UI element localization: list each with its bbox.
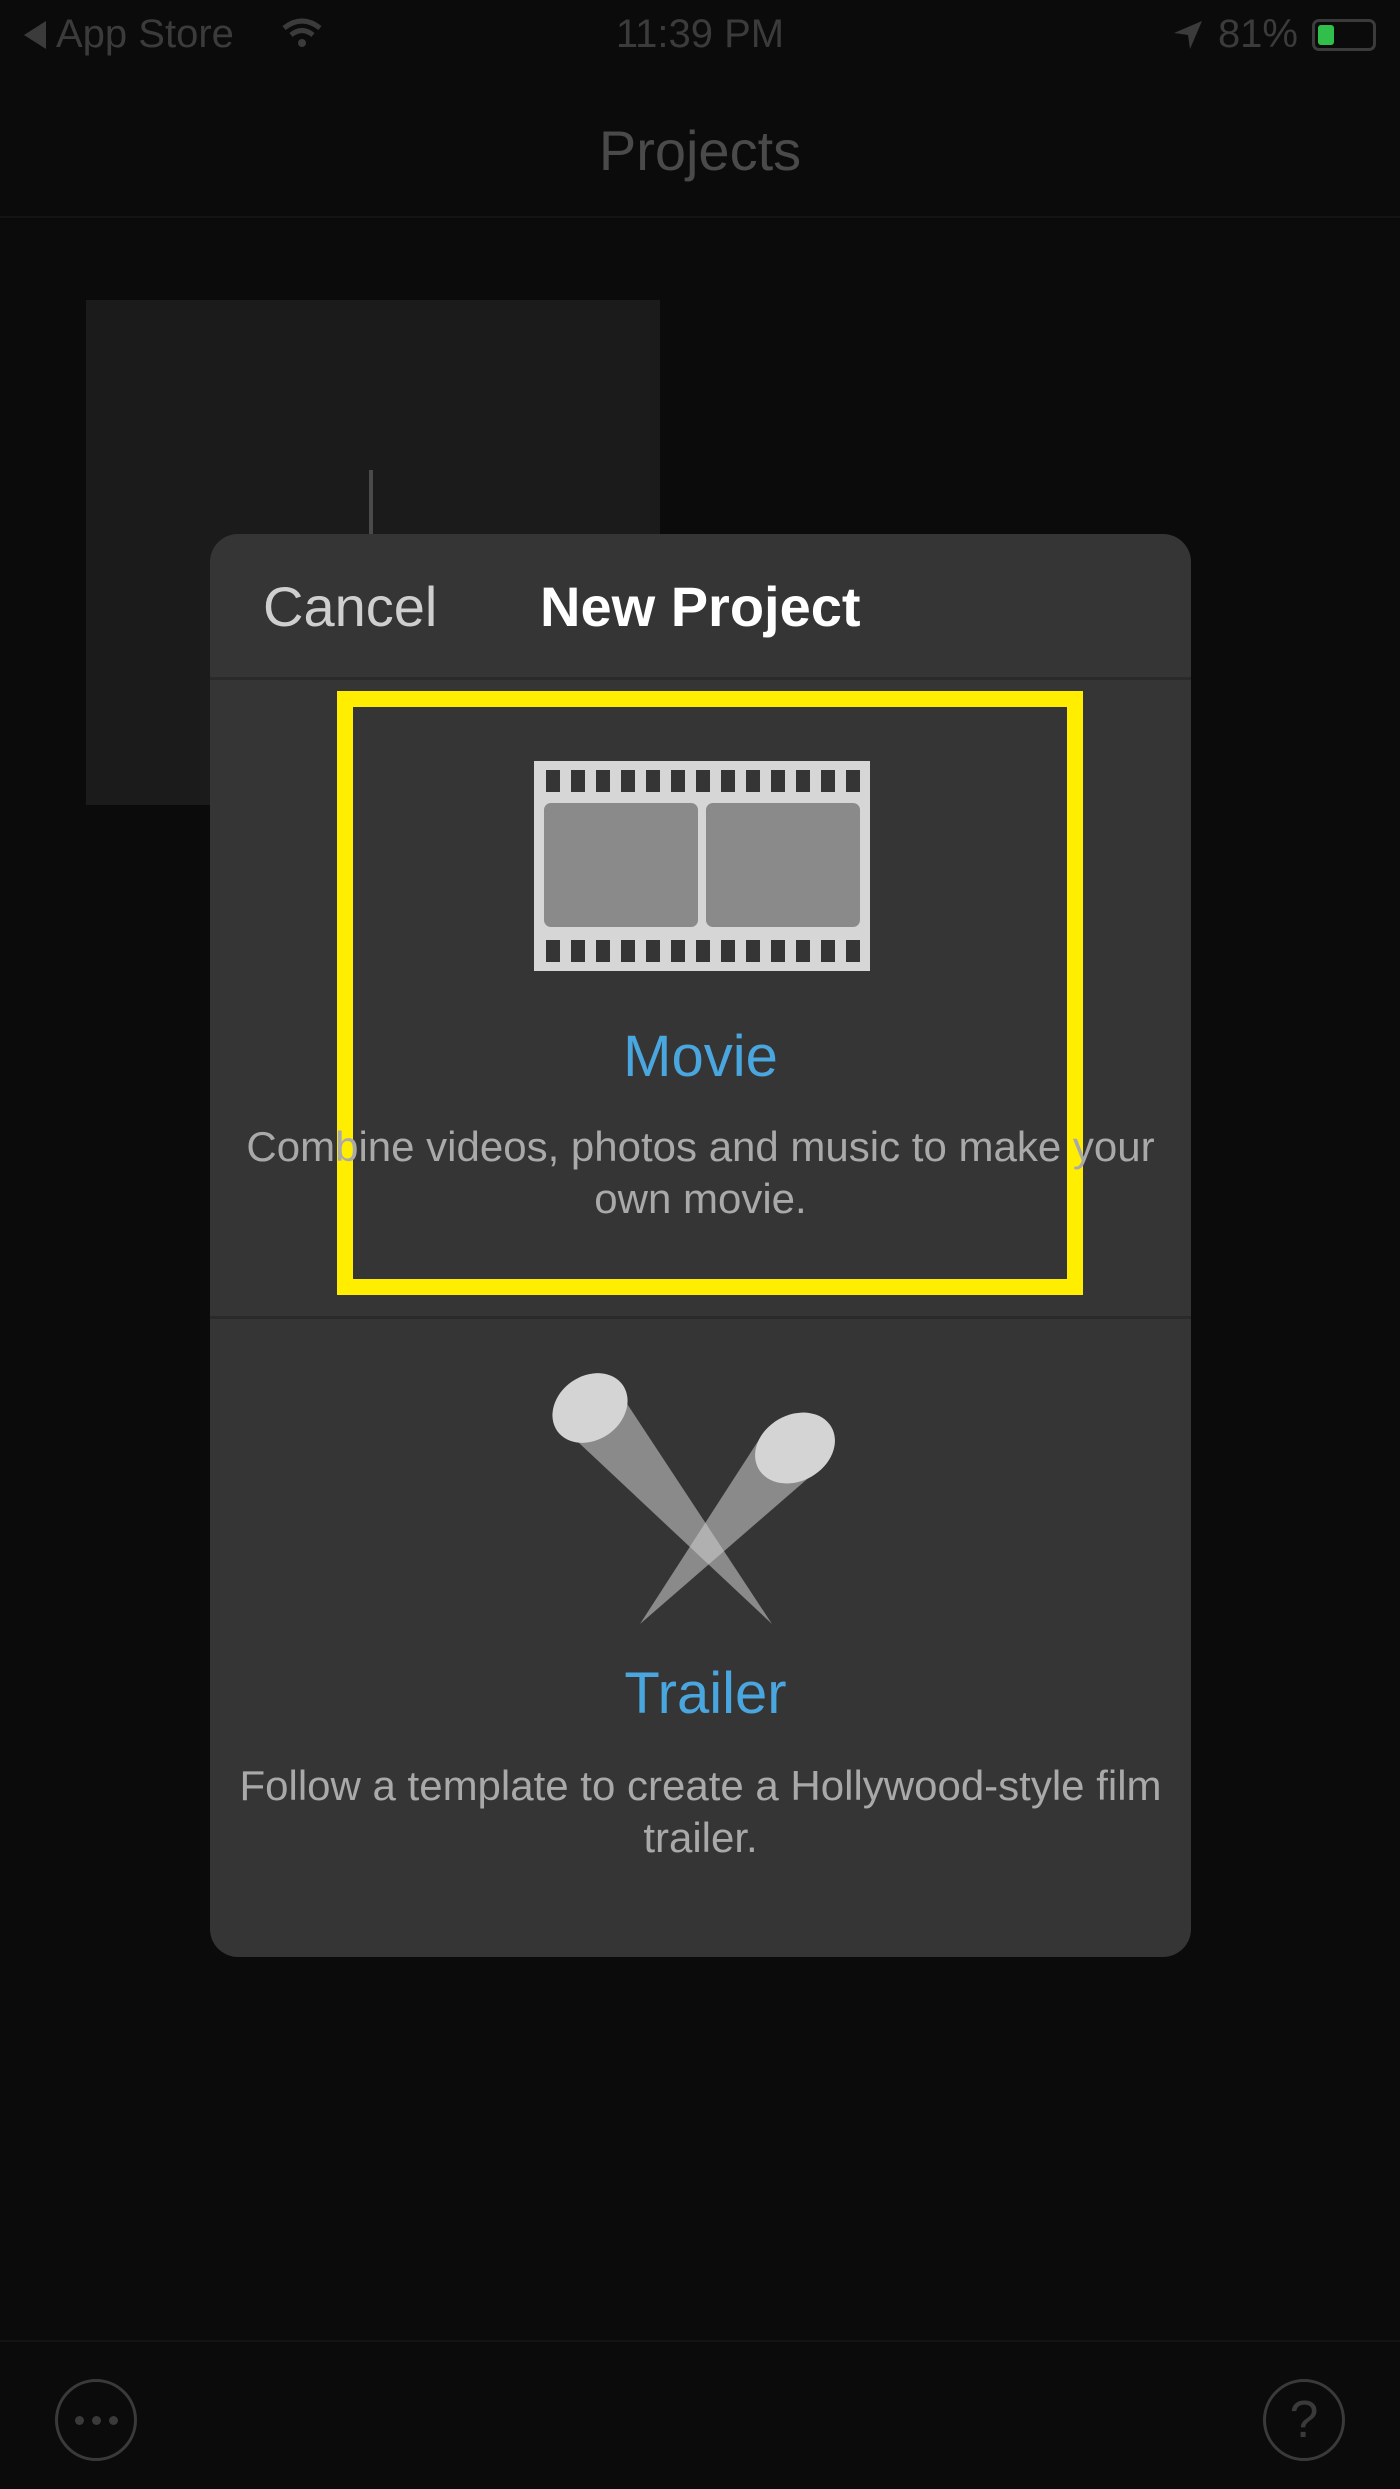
status-indicators: 81% — [1172, 12, 1376, 57]
nav-bar: Projects — [0, 70, 1400, 218]
movie-title: Movie — [623, 1024, 778, 1089]
dialog-title: New Project — [540, 575, 861, 638]
spotlights-icon — [552, 1373, 835, 1624]
trailer-title: Trailer — [624, 1661, 787, 1726]
ellipsis-icon — [91, 2415, 101, 2425]
more-button[interactable] — [55, 2379, 137, 2461]
film-strip-icon — [534, 761, 870, 971]
battery-icon — [1312, 18, 1376, 51]
battery-level — [1318, 24, 1334, 45]
playhead-line — [369, 470, 373, 540]
trailer-description: Follow a template to create a Hollywood-… — [239, 1762, 1162, 1861]
ellipsis-icon — [108, 2415, 118, 2425]
cancel-button[interactable]: Cancel — [263, 574, 437, 639]
help-button[interactable]: ? — [1263, 2379, 1345, 2461]
imovie-screen: App Store 11:39 PM 81% Projects ? Cancel… — [0, 0, 1400, 2489]
ellipsis-icon — [74, 2415, 84, 2425]
movie-description: Combine videos, photos and music to make… — [246, 1123, 1155, 1222]
trailer-option[interactable]: Trailer Follow a template to create a Ho… — [210, 1322, 1191, 1957]
bottom-toolbar: ? — [0, 2340, 1400, 2489]
new-project-dialog: Cancel New Project Movie Combine videos,… — [210, 534, 1191, 1957]
status-bar: App Store 11:39 PM 81% — [0, 0, 1400, 70]
battery-percent: 81% — [1217, 12, 1298, 56]
location-arrow-icon — [1173, 20, 1202, 49]
movie-option[interactable]: Movie Combine videos, photos and music t… — [210, 683, 1191, 1319]
page-title: Projects — [598, 119, 802, 182]
dialog-header: Cancel New Project — [210, 534, 1191, 680]
